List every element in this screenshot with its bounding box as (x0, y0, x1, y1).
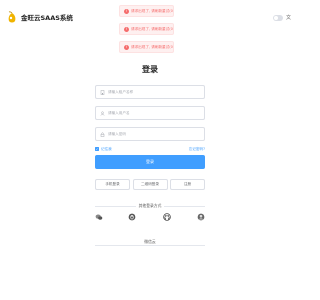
toast-message: 请求出现了, 请刷新重试(01) (131, 8, 173, 13)
error-toasts: ! 请求出现了, 请刷新重试(01) ! 请求出现了, 请刷新重试(01) ! … (119, 5, 174, 59)
building-icon (100, 89, 105, 95)
password-field[interactable] (95, 127, 205, 141)
remember-me[interactable]: ✓ 记住我 (95, 147, 112, 152)
social-divider: 其他登录方式 (95, 203, 205, 209)
remember-checkbox[interactable]: ✓ (95, 147, 99, 151)
divider-line (164, 205, 205, 207)
translate-icon[interactable]: 文 (286, 14, 291, 21)
error-toast[interactable]: ! 请求出现了, 请刷新重试(01) (119, 23, 174, 35)
error-toast[interactable]: ! 请求出现了, 请刷新重试(01) (119, 41, 174, 53)
tenant-field[interactable] (95, 85, 205, 99)
user-icon (100, 111, 105, 116)
theme-switch[interactable] (273, 14, 283, 21)
qq-icon[interactable] (128, 213, 136, 221)
register-button[interactable]: 注册 (170, 179, 205, 190)
qrcode-login-button[interactable]: 二维码登录 (132, 179, 168, 190)
switch-knob (274, 15, 278, 20)
login-title: 登录 (142, 65, 158, 74)
github-icon[interactable] (163, 213, 171, 221)
username-field[interactable] (95, 106, 205, 120)
lock-icon (100, 132, 105, 137)
footer-divider (95, 245, 205, 246)
tenant-input[interactable] (108, 87, 203, 97)
brand: 金旺云SAAS系统 (7, 10, 73, 24)
phone-login-button[interactable]: 手机登录 (95, 179, 130, 190)
remember-label: 记住我 (101, 146, 112, 151)
error-icon: ! (124, 44, 129, 50)
divider-line (95, 205, 136, 207)
social-title: 其他登录方式 (138, 203, 162, 208)
toast-message: 请求出现了, 请刷新重试(01) (131, 44, 173, 49)
logo-icon (8, 10, 16, 22)
forgot-password-link[interactable]: 忘记密码? (189, 147, 205, 152)
login-button[interactable]: 登录 (95, 155, 205, 169)
remember-row: ✓ 记住我 忘记密码? (95, 146, 205, 152)
username-input[interactable] (108, 108, 203, 118)
top-right-controls: 文 (273, 14, 291, 21)
wechat-icon[interactable] (95, 213, 103, 221)
password-input[interactable] (108, 129, 203, 139)
error-icon: ! (124, 26, 129, 32)
app-title: 金旺云SAAS系统 (21, 14, 73, 22)
error-toast[interactable]: ! 请求出现了, 请刷新重试(01) (119, 5, 174, 17)
toast-message: 请求出现了, 请刷新重试(01) (131, 26, 173, 31)
error-icon: ! (124, 8, 129, 14)
avatar-icon[interactable] (197, 213, 205, 221)
